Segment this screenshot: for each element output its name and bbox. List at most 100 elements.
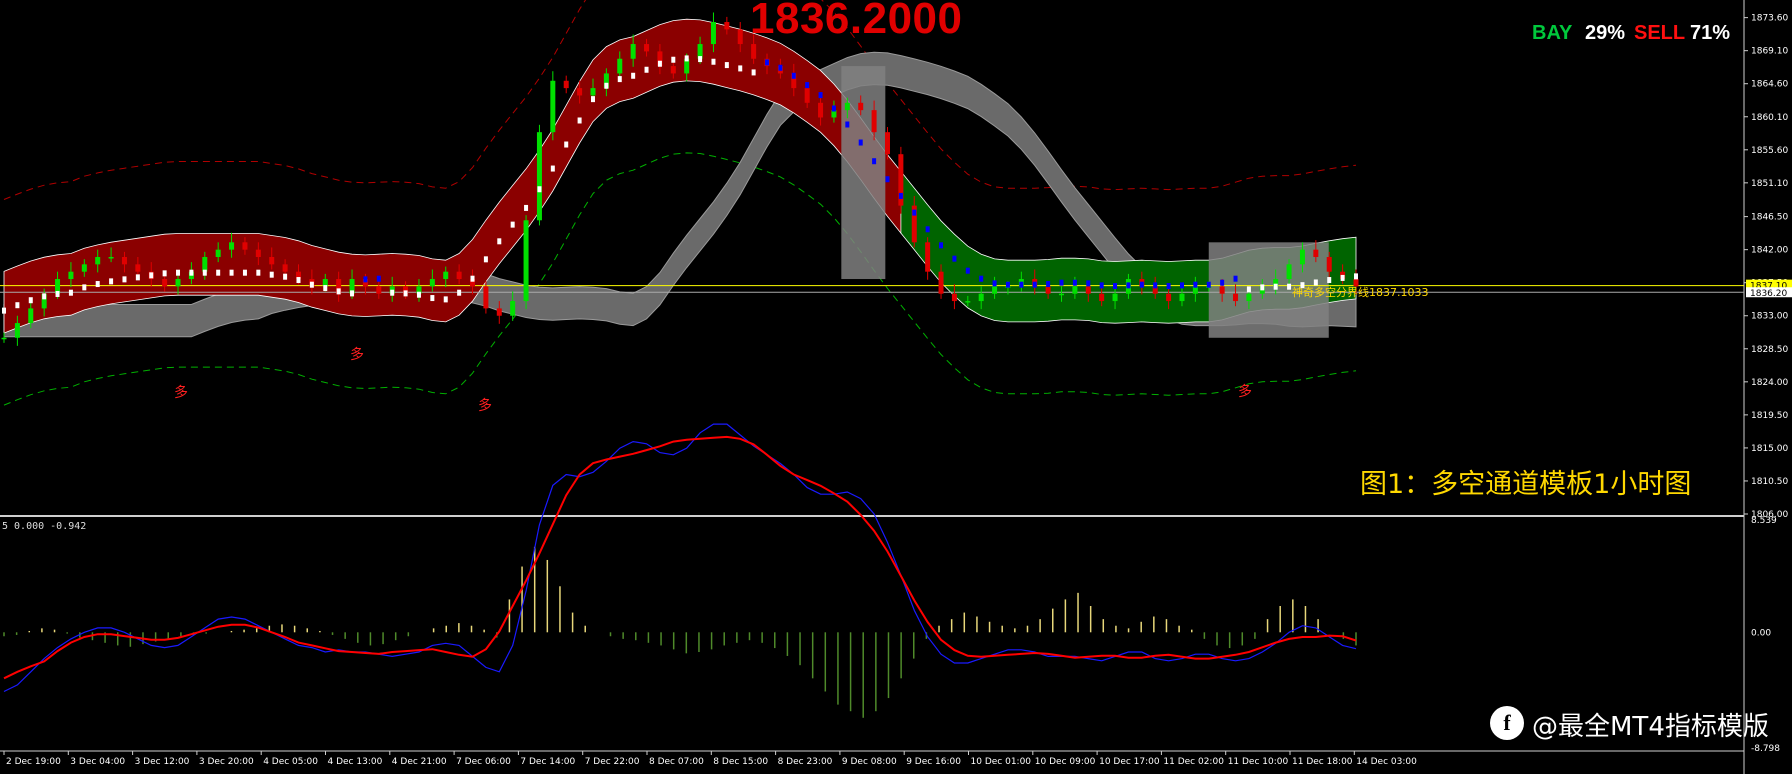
trend-signal-dot xyxy=(430,295,435,302)
candle-body xyxy=(28,308,34,324)
pivot-line-label: 神奇多空分界线1837.1033 xyxy=(1292,286,1429,299)
candle-body xyxy=(496,308,502,316)
trend-signal-dot xyxy=(738,65,743,72)
candle-body xyxy=(536,132,542,221)
trend-signal-dot xyxy=(1086,280,1091,287)
trend-signal-dot xyxy=(95,281,100,288)
trend-signal-dot xyxy=(149,272,154,279)
bay-label: BAY xyxy=(1532,22,1573,44)
candle-body xyxy=(81,264,87,272)
candle-body xyxy=(751,44,757,59)
candle-body xyxy=(978,293,984,302)
candle-body xyxy=(884,132,890,155)
trend-signal-dot xyxy=(765,59,770,66)
trend-signal-dot xyxy=(1193,281,1198,288)
trend-signal-dot xyxy=(1005,281,1010,288)
trend-signal-dot xyxy=(684,55,689,62)
candle-body xyxy=(1085,286,1091,294)
trend-signal-dot xyxy=(617,76,622,83)
trend-signal-dot xyxy=(483,256,488,263)
sell-label: SELL xyxy=(1634,22,1686,44)
time-tick-label: 7 Dec 06:00 xyxy=(456,757,511,767)
watermark-logo-icon: f xyxy=(1490,706,1524,740)
trend-signal-dot xyxy=(564,141,569,148)
trend-signal-dot xyxy=(1046,281,1051,288)
candle-body xyxy=(577,88,583,96)
time-tick-label: 3 Dec 12:00 xyxy=(135,757,190,767)
trend-signal-dot xyxy=(470,275,475,282)
candle-body xyxy=(1099,293,1105,302)
trend-signal-dot xyxy=(818,92,823,99)
trend-signal-dot xyxy=(82,284,87,291)
trend-signal-dot xyxy=(577,117,582,124)
candle-body xyxy=(456,271,462,280)
candle-body xyxy=(630,44,636,59)
trend-signal-dot xyxy=(350,290,355,297)
trend-signal-dot xyxy=(1166,283,1171,290)
price-tick-label: 1833.00 xyxy=(1751,312,1788,322)
current-price-display: 1836.2000 xyxy=(750,0,963,43)
trend-signal-dot xyxy=(416,291,421,298)
candle-body xyxy=(1219,286,1225,294)
trend-signal-dot xyxy=(283,273,288,280)
candle-body xyxy=(1299,249,1305,265)
trend-signal-dot xyxy=(631,72,636,79)
trend-signal-dot xyxy=(510,221,515,228)
trend-signal-dot xyxy=(1019,281,1024,288)
time-tick-label: 4 Dec 13:00 xyxy=(328,757,383,767)
time-tick-label: 7 Dec 22:00 xyxy=(585,757,640,767)
trend-signal-dot xyxy=(202,269,207,276)
trend-signal-dot xyxy=(2,307,6,314)
candle-body xyxy=(1246,293,1252,302)
candle-body xyxy=(121,257,127,265)
candle-body xyxy=(1112,293,1118,302)
trend-signal-dot xyxy=(1260,284,1265,291)
trend-signal-dot xyxy=(1126,282,1131,289)
trend-signal-dot xyxy=(269,271,274,278)
candle-body xyxy=(1059,293,1065,296)
trend-signal-dot xyxy=(698,56,703,63)
trend-signal-dot xyxy=(1340,274,1345,281)
candle-body xyxy=(175,279,181,287)
trend-signal-dot xyxy=(443,296,448,303)
candle-body xyxy=(938,271,944,294)
candle-body xyxy=(376,286,382,294)
macd-line xyxy=(3,423,1357,693)
trend-signal-dot xyxy=(1246,286,1251,293)
trend-signal-dot xyxy=(845,121,850,128)
trend-signal-dot xyxy=(390,289,395,296)
trend-signal-dot xyxy=(1032,281,1037,288)
trend-signal-dot xyxy=(15,302,20,309)
time-tick-label: 10 Dec 01:00 xyxy=(971,757,1032,767)
candle-body xyxy=(724,22,730,30)
candle-body xyxy=(644,44,650,52)
candle-body xyxy=(590,88,596,96)
trend-signal-dot xyxy=(805,82,810,89)
price-tick-label: 1842.00 xyxy=(1751,246,1788,256)
trend-signal-dot xyxy=(363,276,368,283)
trend-signal-dot xyxy=(885,176,890,183)
trend-signal-dot xyxy=(671,56,676,63)
trend-signal-dot xyxy=(939,242,944,249)
trend-signal-dot xyxy=(858,139,863,146)
candle-body xyxy=(710,22,716,45)
time-tick-label: 10 Dec 17:00 xyxy=(1099,757,1160,767)
candle-body xyxy=(269,257,275,265)
trend-signal-dot xyxy=(135,274,140,281)
time-tick-label: 7 Dec 14:00 xyxy=(520,757,575,767)
price-tick-label: 1819.50 xyxy=(1751,411,1788,421)
trend-signal-dot xyxy=(1179,282,1184,289)
trend-signal-dot xyxy=(965,267,970,274)
bay-percentage: 29% xyxy=(1585,22,1626,44)
chart-canvas: 1873.60 1869.10 1864.60 1860.10 1855.60 1851.… xyxy=(0,0,1792,774)
trend-signal-dot xyxy=(778,64,783,71)
candle-body xyxy=(737,29,743,45)
candle-body xyxy=(162,279,168,287)
trend-signal-dot xyxy=(711,58,716,65)
trend-signal-dot xyxy=(1139,281,1144,288)
long-signal-marker: 多 xyxy=(174,385,188,401)
price-tick-label: 1815.00 xyxy=(1751,444,1788,454)
trend-signal-dot xyxy=(336,288,341,295)
sell-percentage: 71% xyxy=(1690,22,1731,44)
candle-body xyxy=(1072,286,1078,294)
